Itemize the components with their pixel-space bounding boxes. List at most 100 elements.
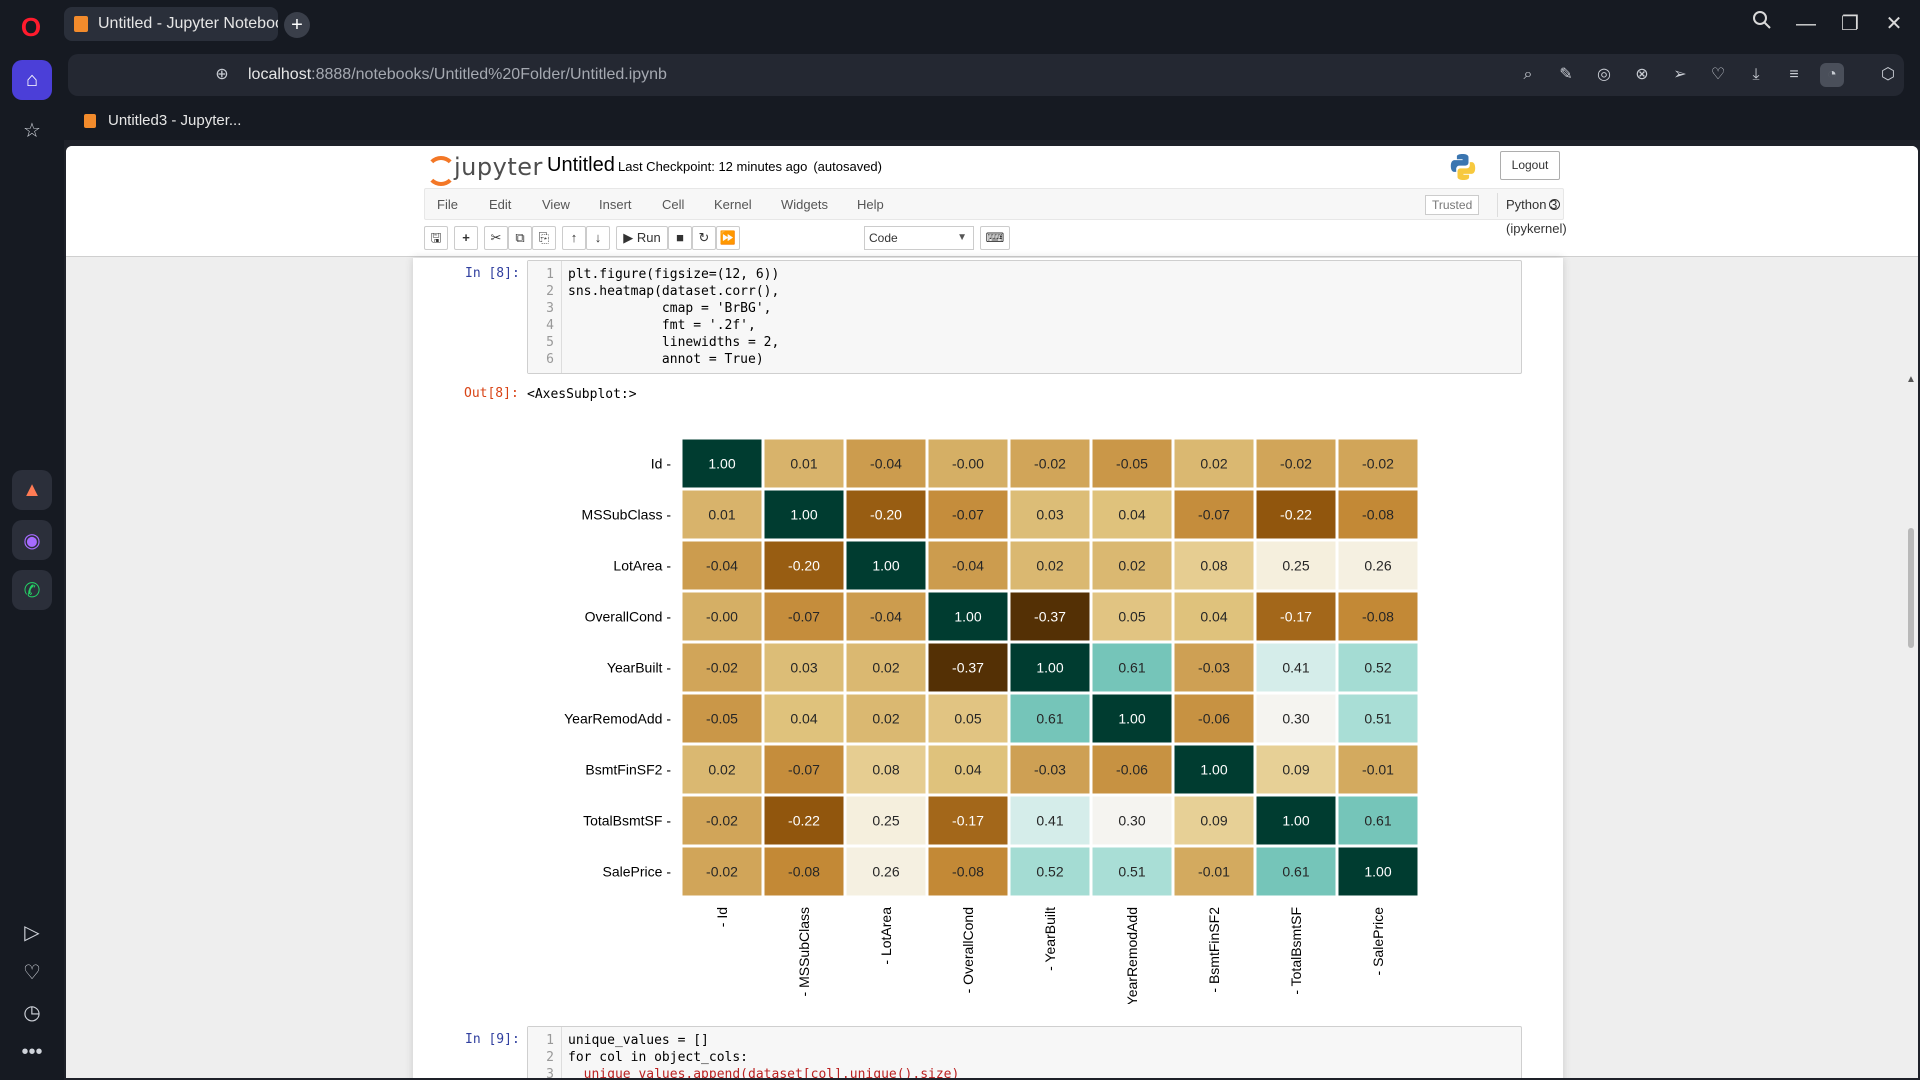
x-tick-label: - YearRemodAdd — [1124, 907, 1140, 1004]
heart-icon[interactable]: ♡ — [12, 952, 52, 992]
trusted-badge[interactable]: Trusted — [1425, 195, 1480, 215]
send-icon[interactable]: ➢ — [1668, 63, 1692, 87]
scroll-up-icon[interactable]: ▲ — [1906, 374, 1916, 385]
insert-cell-below-icon[interactable]: + — [454, 226, 478, 250]
menu-view[interactable]: View — [542, 197, 570, 212]
restart-kernel-icon[interactable]: ↻ — [692, 226, 716, 250]
heatmap-cell-label: -0.22 — [788, 813, 820, 829]
more-options-icon[interactable]: ••• — [12, 1032, 52, 1072]
heatmap-cell-label: -0.08 — [952, 864, 984, 880]
notebook-title[interactable]: Untitled — [547, 154, 615, 177]
download-icon[interactable]: ⤓ — [1744, 63, 1768, 87]
url-field[interactable]: ⊕ localhost:8888/notebooks/Untitled%20Fo… — [68, 54, 1904, 96]
paste-icon[interactable]: ⎘ — [532, 226, 556, 250]
y-tick-label: TotalBsmtSF - — [583, 813, 671, 829]
heatmap-cell-label: -0.07 — [1198, 507, 1230, 523]
heatmap-cell-label: -0.37 — [1034, 609, 1066, 625]
x-tick-label: - YearBuilt — [1042, 907, 1058, 971]
home-icon[interactable]: ⌂ — [12, 60, 52, 100]
edit-icon[interactable]: ✎ — [1554, 63, 1578, 87]
whatsapp-icon[interactable]: ✆ — [12, 570, 52, 610]
x-tick-label: - Id — [714, 907, 730, 927]
new-tab-button[interactable]: + — [284, 12, 310, 38]
menu-edit[interactable]: Edit — [489, 197, 511, 212]
heatmap-cell-label: 0.04 — [954, 762, 981, 778]
notebook-favicon-icon — [84, 113, 96, 128]
search-page-icon[interactable]: ⌕ — [1516, 63, 1540, 87]
url-text: localhost:8888/notebooks/Untitled%20Fold… — [248, 66, 667, 83]
adblock-icon[interactable]: ⊗ — [1630, 63, 1654, 87]
heatmap-cell-label: -0.02 — [706, 660, 738, 676]
menu-insert[interactable]: Insert — [599, 197, 632, 212]
player-icon[interactable]: ▷ — [12, 912, 52, 952]
chevron-down-icon: ▼ — [957, 232, 967, 243]
y-tick-label: LotArea - — [613, 558, 671, 574]
heatmap-cell-label: 0.04 — [1200, 609, 1227, 625]
minimize-icon[interactable]: — — [1792, 10, 1820, 38]
interrupt-icon[interactable]: ■ — [668, 226, 692, 250]
jupyter-logo[interactable]: jupyter — [426, 152, 543, 186]
logout-button[interactable]: Logout — [1500, 151, 1560, 180]
bookmark-item[interactable]: Untitled3 - Jupyter... — [84, 112, 241, 129]
camera-icon[interactable]: ◎ — [1592, 63, 1616, 87]
copy-icon[interactable]: ⧉ — [508, 226, 532, 250]
heatmap-cell-label: 0.26 — [872, 864, 899, 880]
save-icon[interactable]: 🖫 — [424, 226, 448, 250]
heatmap-cell-label: -0.20 — [788, 558, 820, 574]
aria-ai-icon[interactable]: ▲ — [12, 470, 52, 510]
heatmap-y-tick-labels: Id - MSSubClass - LotArea - OverallCond - Ye… — [564, 456, 671, 880]
opera-sidebar: ⌂ ☆ ▲ ◉ ✆ ▷ ♡ ◷ ••• — [0, 48, 64, 1080]
star-icon[interactable]: ☆ — [12, 110, 52, 150]
y-tick-label: YearBuilt - — [607, 660, 671, 676]
heatmap-cell-label: -0.08 — [1362, 507, 1394, 523]
menu-cell[interactable]: Cell — [662, 197, 684, 212]
browser-titlebar: O Untitled - Jupyter Notebook + — ❐ ✕ — [0, 0, 1920, 48]
extensions-icon[interactable]: ⬡ — [1876, 63, 1900, 87]
menu-file[interactable]: File — [437, 197, 458, 212]
y-tick-label: Id - — [651, 456, 672, 472]
search-tabs-icon[interactable] — [1748, 10, 1776, 38]
cell9-code-editor[interactable]: 1 unique_values = [] 2 for col in object_c… — [527, 1026, 1522, 1078]
heatmap-cell-label: -0.17 — [952, 813, 984, 829]
opera-logo[interactable]: O — [16, 12, 46, 42]
bookmark-label: Untitled3 - Jupyter... — [108, 112, 242, 129]
heatmap-cell-label: -0.04 — [870, 456, 902, 472]
notebook-header: jupyter Untitled Last Checkpoint: 12 min… — [66, 146, 1918, 257]
command-palette-icon[interactable]: ⌨ — [980, 226, 1010, 250]
heatmap-cell-label: -0.02 — [1280, 456, 1312, 472]
code-line: 2 for col in object_cols: — [546, 1050, 749, 1065]
notebook-scroll-area[interactable]: In [8]: 1 plt.figure(figsize=(12, 6)) 2 sn… — [66, 258, 1918, 1078]
heatmap-cell-label: -0.07 — [788, 609, 820, 625]
heatmap-cell-label: 0.51 — [1118, 864, 1145, 880]
profile-icon[interactable]: ◔ — [1820, 63, 1844, 87]
heatmap-cell-label: -0.04 — [952, 558, 984, 574]
cell-type-select[interactable]: Code ▼ — [864, 226, 974, 250]
cut-icon[interactable]: ✂ — [484, 226, 508, 250]
menu-kernel[interactable]: Kernel — [714, 197, 752, 212]
run-button[interactable]: ▶ Run — [616, 226, 668, 250]
restart-run-all-icon[interactable]: ⏩ — [716, 226, 740, 250]
heatmap-cell-label: 0.61 — [1364, 813, 1391, 829]
heatmap-cell-label: 0.08 — [872, 762, 899, 778]
heatmap-cell-label: -0.04 — [706, 558, 738, 574]
site-info-icon[interactable]: ⊕ — [208, 61, 236, 89]
heatmap-cell-label: 0.01 — [790, 456, 817, 472]
browser-tab-active[interactable]: Untitled - Jupyter Notebook — [64, 7, 278, 41]
restore-window-icon[interactable]: ❐ — [1836, 10, 1864, 38]
menu-widgets[interactable]: Widgets — [781, 197, 828, 212]
heatmap-cell-label: -0.01 — [1362, 762, 1394, 778]
messenger-icon[interactable]: ◉ — [12, 520, 52, 560]
heatmap-cell-label: 0.52 — [1364, 660, 1391, 676]
code-line: 1 unique_values = [] — [546, 1033, 709, 1048]
history-icon[interactable]: ◷ — [12, 992, 52, 1032]
heatmap-cell-label: 1.00 — [1118, 711, 1145, 727]
cell8-code-editor[interactable]: 1 plt.figure(figsize=(12, 6)) 2 sns.heatma… — [527, 260, 1522, 374]
move-down-icon[interactable]: ↓ — [586, 226, 610, 250]
page-scrollbar-thumb[interactable] — [1908, 528, 1914, 648]
heart-icon[interactable]: ♡ — [1706, 63, 1730, 87]
page-viewport: jupyter Untitled Last Checkpoint: 12 min… — [66, 146, 1918, 1078]
move-up-icon[interactable]: ↑ — [562, 226, 586, 250]
easy-setup-icon[interactable]: ≡ — [1782, 63, 1806, 87]
menu-help[interactable]: Help — [857, 197, 884, 212]
close-window-icon[interactable]: ✕ — [1880, 10, 1908, 38]
